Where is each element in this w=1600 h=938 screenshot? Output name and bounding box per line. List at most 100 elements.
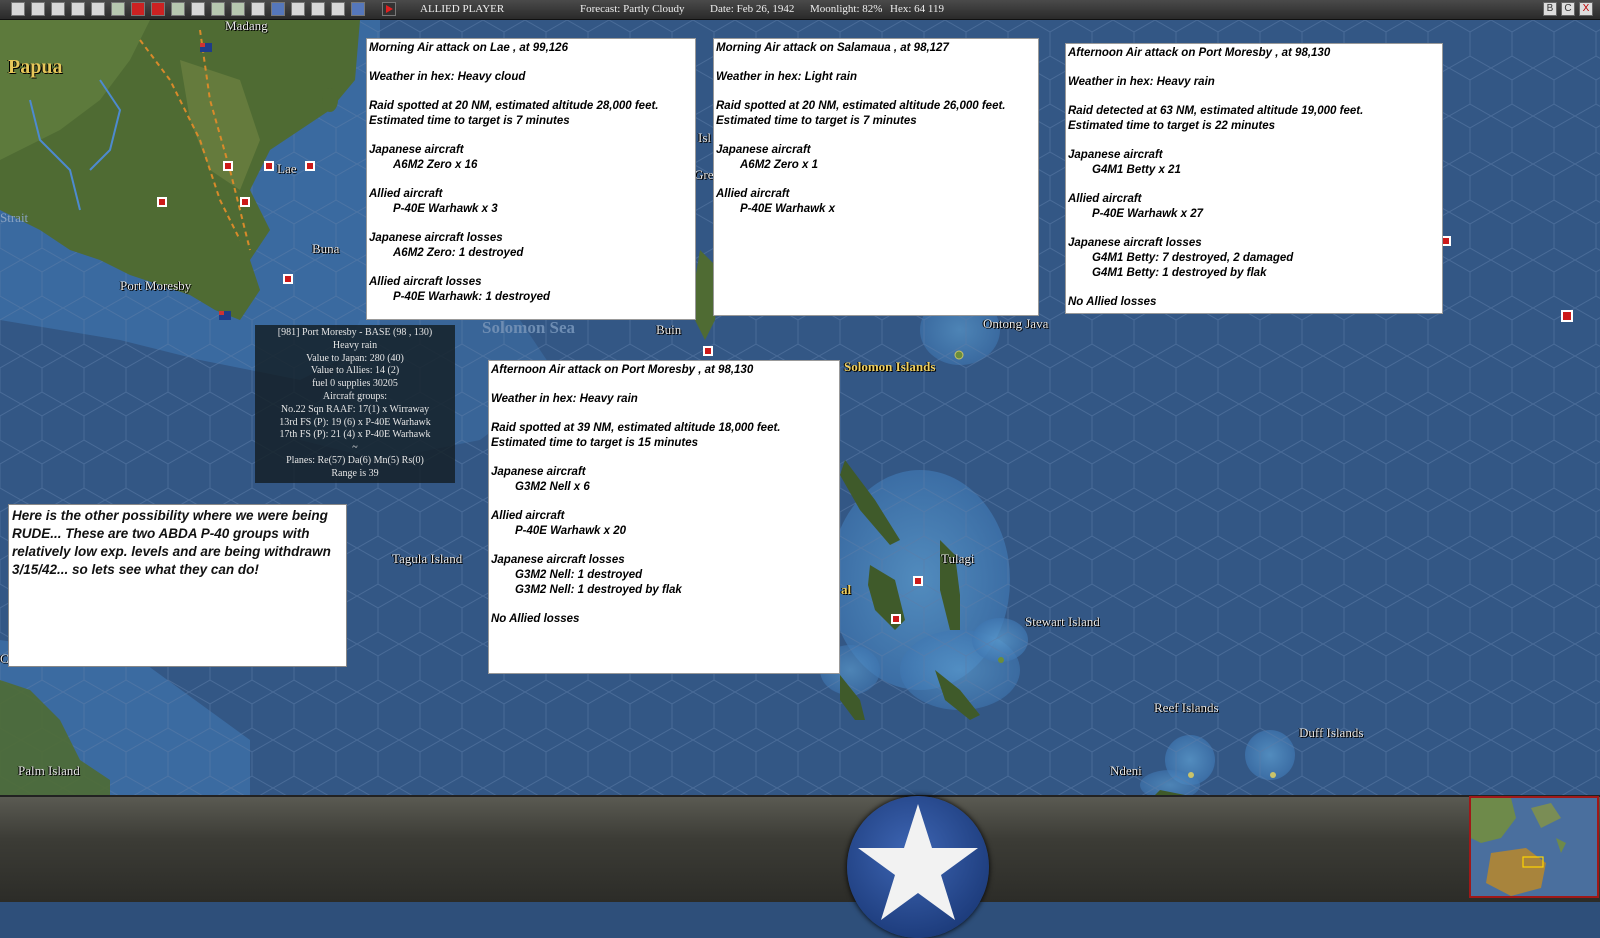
report-line: Weather in hex: Heavy rain [1068,76,1215,88]
report-line: Raid spotted at 20 NM, estimated altitud… [716,100,1006,112]
globe-icon[interactable] [271,2,285,16]
report-line: No Allied losses [491,613,580,625]
ship-icon[interactable] [191,2,205,16]
plane-group-icon[interactable] [151,2,165,16]
moonlight-label: Moonlight: 82% [810,3,883,15]
close-button[interactable]: X [1579,2,1593,16]
report-line: P-40E Warhawk x 20 [515,525,627,537]
report-spacer [1068,61,1440,75]
base-info-line: ~ [352,442,358,454]
map-label-duff-islands: Duff Islands [1299,725,1364,740]
report-line: Raid spotted at 20 NM, estimated altitud… [369,100,659,112]
report-line: Allied aircraft [369,188,443,200]
report-spacer [369,56,693,70]
map-label-papua: Papua [8,56,63,78]
route-icon[interactable] [211,2,225,16]
flag-icon[interactable] [171,2,185,16]
report-line: Afternoon Air attack on Port Moresby , a… [1068,47,1331,59]
minimap[interactable] [1469,796,1599,898]
bookmark-button[interactable]: B [1543,2,1557,16]
report-spacer [369,85,693,99]
commentary-box: Here is the other possibility where we w… [8,504,347,667]
report-line: Allied aircraft [716,188,790,200]
map-label-ontong-java: Ontong Java [983,316,1049,331]
play-turn-icon[interactable] [382,2,396,16]
report-line: Weather in hex: Heavy cloud [369,71,526,83]
center-button[interactable]: C [1561,2,1575,16]
report-line: Weather in hex: Heavy rain [491,393,638,405]
map-label-gre-fragment: Gre [694,167,714,182]
map-label-port-moresby: Port Moresby [120,278,192,293]
map-label-madang: Madang [225,20,268,33]
top-toolbar: ALLIED PLAYER Forecast: Partly Cloudy Da… [0,0,1600,20]
map-label-buin: Buin [656,322,682,337]
report-line: P-40E Warhawk: 1 destroyed [393,291,551,303]
report-line: Estimated time to target is 15 minutes [491,437,699,449]
report-line: Morning Air attack on Salamaua , at 98,1… [716,42,949,54]
report-spacer [1068,134,1440,148]
map-label-palm-island: Palm Island [18,763,80,778]
op-report-icon[interactable] [311,2,325,16]
report-spacer [716,85,1036,99]
report-spacer [1068,222,1440,236]
map-label-reef-islands: Reef Islands [1154,700,1219,715]
report-spacer [1068,178,1440,192]
ground-unit-icon[interactable] [251,2,265,16]
report-line: Allied aircraft [491,510,565,522]
report-line: Allied aircraft [1068,193,1142,205]
map-tool-icon[interactable] [11,2,25,16]
window-icon[interactable] [351,2,365,16]
bottom-panel [0,795,1600,902]
report-spacer [369,173,693,187]
report-line: Raid detected at 63 NM, estimated altitu… [1068,105,1364,117]
combat-report-port-moresby-1: Afternoon Air attack on Port Moresby , a… [1065,43,1443,314]
report-spacer [491,598,837,612]
intel-icon[interactable] [331,2,345,16]
report-line: G3M2 Nell: 1 destroyed by flak [515,584,682,596]
report-line: Japanese aircraft [491,466,586,478]
base-info-line: 13rd FS (P): 19 (6) x P-40E Warhawk [279,416,431,428]
hex-label: Hex: 64 119 [890,3,944,15]
list-tool-icon[interactable] [31,2,45,16]
report-line: No Allied losses [1068,296,1157,308]
report-spacer [369,129,693,143]
info-tool-icon[interactable] [91,2,105,16]
report-spacer [716,56,1036,70]
report-line: A6M2 Zero x 16 [393,159,478,171]
report-line: P-40E Warhawk x 27 [1092,208,1204,220]
combat-report-lae: Morning Air attack on Lae , at 99,126 Wea… [366,38,696,320]
report-spacer [491,378,837,392]
report-spacer [369,261,693,275]
settings-tool-icon[interactable] [51,2,65,16]
base-info-line: Planes: Re(57) Da(6) Mn(5) Rs(0) [286,454,424,466]
combat-report-salamaua: Morning Air attack on Salamaua , at 98,1… [713,38,1039,316]
report-spacer [491,451,837,465]
report-line: Morning Air attack on Lae , at 99,126 [369,42,568,54]
base-info-line: Value to Allies: 14 (2) [310,365,400,377]
report-line: Japanese aircraft losses [491,554,625,566]
report-line: A6M2 Zero x 1 [740,159,818,171]
report-line: P-40E Warhawk x [740,203,836,215]
gear-icon[interactable] [291,2,305,16]
map-label-solomon-islands: Solomon Islands [844,359,936,374]
report-tool-icon[interactable] [71,2,85,16]
report-spacer [369,217,693,231]
report-spacer [491,495,837,509]
player-label: ALLIED PLAYER [420,3,505,15]
base-info-line: Aircraft groups: [322,390,388,402]
base-icon[interactable] [231,2,245,16]
map-label-ndeni: Ndeni [1110,763,1142,778]
report-line: Japanese aircraft [1068,149,1163,161]
air-mission-icon[interactable] [111,2,125,16]
report-line: Weather in hex: Light rain [716,71,857,83]
report-line: Japanese aircraft losses [369,232,503,244]
aircraft-icon[interactable] [131,2,145,16]
forecast-label: Forecast: Partly Cloudy [580,3,685,15]
map-label-tulagi: Tulagi [941,551,975,566]
base-info-tooltip: [981] Port Moresby - BASE (98 , 130) Heav… [255,325,455,483]
map-label-buna: Buna [312,241,340,256]
report-line: G4M1 Betty: 1 destroyed by flak [1092,267,1267,279]
report-line: Japanese aircraft [369,144,464,156]
report-line: Estimated time to target is 7 minutes [716,115,917,127]
report-line: Allied aircraft losses [369,276,482,288]
